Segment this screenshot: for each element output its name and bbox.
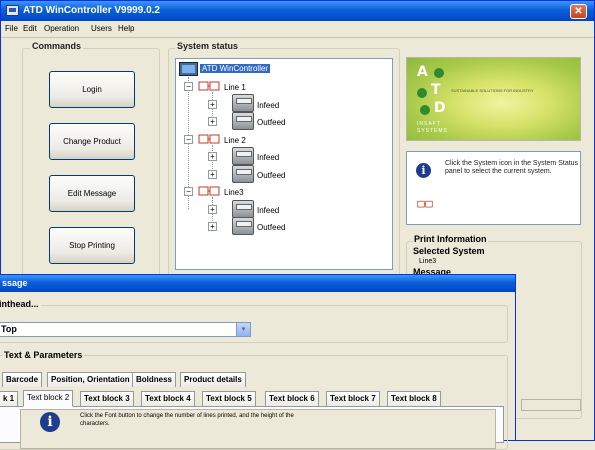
tree-root[interactable]: ATD WinController <box>200 64 271 73</box>
system-status-title: System status <box>175 41 241 51</box>
logo-tagline: SUSTAINABLE SOLUTIONS FOR INDUSTRY <box>451 88 534 93</box>
login-button[interactable]: Login <box>49 71 135 108</box>
computer-icon <box>179 62 198 76</box>
dialog-title: ssage <box>2 278 28 288</box>
logo-dot <box>434 68 444 78</box>
text-block-panel: i Click the Font button to change the nu… <box>0 406 504 449</box>
tab-barcode[interactable]: Barcode <box>2 372 43 387</box>
production-line-icon <box>198 81 220 91</box>
printer-icon <box>232 112 254 130</box>
tab-text-block-3[interactable]: Text block 3 <box>80 391 134 406</box>
tab-text-block-1[interactable]: k 1 <box>0 391 19 406</box>
logo-dot <box>417 88 427 98</box>
tab-product-details[interactable]: Product details <box>180 372 246 387</box>
production-line-icon <box>198 186 220 196</box>
tab-text-block-4[interactable]: Text block 4 <box>141 391 195 406</box>
tab-boldness[interactable]: Boldness <box>132 372 177 387</box>
change-product-button[interactable]: Change Product <box>49 123 135 160</box>
system-tree[interactable]: ATD WinController − Line 1 + Infeed + Ou… <box>175 58 393 270</box>
tab-position-orientation[interactable]: Position, Orientation <box>47 372 134 387</box>
tree-outfeed[interactable]: Outfeed <box>257 223 285 232</box>
printhead-select[interactable]: Top ▾ <box>0 322 251 337</box>
collapse-line-1[interactable]: − <box>184 82 193 91</box>
printhead-label: inthead... <box>0 299 41 309</box>
tree-infeed[interactable]: Infeed <box>257 206 279 215</box>
selected-system-value: Line3 <box>419 258 437 265</box>
tree-infeed[interactable]: Infeed <box>257 153 279 162</box>
logo-letter-a: A <box>417 64 428 80</box>
commands-title: Commands <box>30 41 84 51</box>
tree-line-1[interactable]: Line 1 <box>224 83 246 92</box>
collapse-line-3[interactable]: − <box>184 187 193 196</box>
expand-outfeed[interactable]: + <box>208 170 217 179</box>
expand-infeed[interactable]: + <box>208 205 217 214</box>
menu-bar: File Edit Operation Users Help <box>1 21 594 38</box>
atd-logo: A T D SUSTAINABLE SOLUTIONS FOR INDUSTRY… <box>406 57 581 141</box>
printhead-select-value: Top <box>1 324 17 334</box>
menu-operation[interactable]: Operation <box>44 24 79 33</box>
menu-users[interactable]: Users <box>91 24 112 33</box>
menu-file[interactable]: File <box>5 24 18 33</box>
tab-text-block-8[interactable]: Text block 8 <box>387 391 441 406</box>
printer-icon <box>232 200 254 218</box>
dialog-info-text: Click the Font button to change the numb… <box>80 413 294 427</box>
chevron-down-icon[interactable]: ▾ <box>236 323 250 336</box>
tree-outfeed[interactable]: Outfeed <box>257 171 285 180</box>
text-params-title: Text & Parameters <box>2 350 85 360</box>
tree-line-3[interactable]: Line3 <box>224 188 244 197</box>
printer-icon <box>232 165 254 183</box>
logo-dot <box>420 105 430 115</box>
printer-icon <box>232 147 254 165</box>
tab-text-block-5[interactable]: Text block 5 <box>202 391 256 406</box>
menu-edit[interactable]: Edit <box>23 24 37 33</box>
logo-sub: INSAFT SYSTEMS <box>417 121 448 134</box>
info-icon: i <box>40 412 60 432</box>
expand-outfeed[interactable]: + <box>208 117 217 126</box>
logo-letter-t: T <box>431 82 441 98</box>
selected-system-label: Selected System <box>413 246 485 256</box>
info-text: Click the System icon in the System Stat… <box>445 160 579 175</box>
stop-printing-button[interactable]: Stop Printing <box>49 227 135 264</box>
title-bar[interactable]: ATD WinController V9999.0.2 ✕ <box>1 1 594 21</box>
tab-text-block-7[interactable]: Text block 7 <box>326 391 380 406</box>
window-title: ATD WinController V9999.0.2 <box>23 5 160 16</box>
production-line-icon[interactable] <box>417 199 433 210</box>
info-icon: i <box>416 163 431 178</box>
info-panel: i Click the System icon in the System St… <box>406 151 581 225</box>
logo-letter-d: D <box>434 100 446 116</box>
expand-outfeed[interactable]: + <box>208 222 217 231</box>
production-line-icon <box>198 134 220 144</box>
expand-infeed[interactable]: + <box>208 152 217 161</box>
app-icon <box>6 5 19 16</box>
edit-message-button[interactable]: Edit Message <box>49 175 135 212</box>
tab-text-block-6[interactable]: Text block 6 <box>265 391 319 406</box>
printer-icon <box>232 94 254 112</box>
collapse-line-2[interactable]: − <box>184 135 193 144</box>
expand-infeed[interactable]: + <box>208 100 217 109</box>
tree-line-2[interactable]: Line 2 <box>224 136 246 145</box>
edit-message-dialog: ssage inthead... Top ▾ Text & Parameters… <box>0 274 516 450</box>
printer-icon <box>232 217 254 235</box>
tree-outfeed[interactable]: Outfeed <box>257 118 285 127</box>
close-button[interactable]: ✕ <box>570 4 587 19</box>
print-info-title: Print Information <box>413 234 488 244</box>
tab-text-block-2[interactable]: Text block 2 <box>23 390 74 407</box>
status-field <box>521 399 581 411</box>
tree-infeed[interactable]: Infeed <box>257 101 279 110</box>
dialog-title-bar[interactable]: ssage <box>0 275 515 292</box>
menu-help[interactable]: Help <box>118 24 134 33</box>
